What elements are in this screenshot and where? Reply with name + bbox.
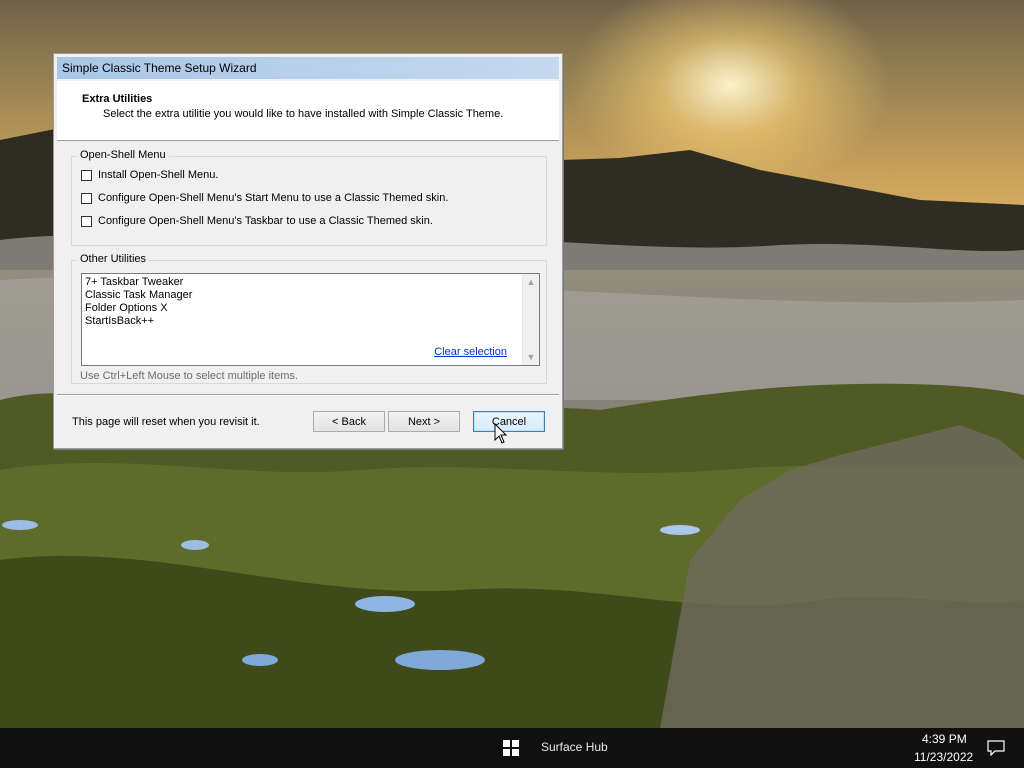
action-center-icon[interactable] — [987, 740, 1005, 756]
scroll-down-icon[interactable]: ▼ — [523, 349, 539, 365]
windows-logo-icon[interactable] — [503, 740, 519, 756]
clock-date[interactable]: 11/23/2022 — [914, 750, 973, 764]
taskbar-skin-option[interactable]: Configure Open-Shell Menu's Taskbar to u… — [81, 215, 433, 227]
taskbar-skin-label: Configure Open-Shell Menu's Taskbar to u… — [98, 215, 433, 227]
taskbar-skin-checkbox[interactable] — [81, 215, 92, 227]
taskbar: Surface Hub 4:39 PM 11/23/2022 — [0, 728, 1024, 768]
page-subtitle: Select the extra utilitie you would like… — [103, 108, 504, 120]
start-menu-skin-option[interactable]: Configure Open-Shell Menu's Start Menu t… — [81, 192, 448, 204]
multi-select-hint: Use Ctrl+Left Mouse to select multiple i… — [80, 370, 298, 382]
window-title: Simple Classic Theme Setup Wizard — [62, 61, 257, 75]
wizard-header: Extra Utilities Select the extra utiliti… — [57, 81, 559, 141]
footer-separator — [57, 394, 559, 396]
window-titlebar[interactable]: Simple Classic Theme Setup Wizard — [57, 57, 559, 79]
utilities-listbox[interactable]: 7+ Taskbar Tweaker Classic Task Manager … — [81, 273, 540, 366]
taskbar-app-label[interactable]: Surface Hub — [541, 740, 608, 754]
install-open-shell-label: Install Open-Shell Menu. — [98, 169, 219, 181]
other-utilities-group-label: Other Utilities — [77, 253, 150, 265]
mouse-pointer-icon — [494, 423, 508, 444]
start-menu-skin-checkbox[interactable] — [81, 192, 92, 204]
list-item[interactable]: Folder Options X — [85, 302, 168, 315]
reset-note: This page will reset when you revisit it… — [72, 416, 260, 428]
install-open-shell-option[interactable]: Install Open-Shell Menu. — [81, 169, 218, 181]
start-menu-skin-label: Configure Open-Shell Menu's Start Menu t… — [98, 192, 449, 204]
scroll-up-icon[interactable]: ▲ — [523, 274, 539, 290]
clock-time[interactable]: 4:39 PM — [922, 732, 967, 746]
setup-wizard-window: Simple Classic Theme Setup Wizard Extra … — [53, 53, 563, 449]
install-open-shell-checkbox[interactable] — [81, 169, 92, 181]
cancel-button[interactable]: Cancel — [473, 411, 545, 432]
page-title: Extra Utilities — [82, 93, 153, 105]
next-button[interactable]: Next > — [388, 411, 460, 432]
list-item[interactable]: StartIsBack++ — [85, 315, 154, 328]
back-button[interactable]: < Back — [313, 411, 385, 432]
list-item[interactable]: 7+ Taskbar Tweaker — [85, 276, 183, 289]
clear-selection-link[interactable]: Clear selection — [434, 346, 507, 358]
listbox-scrollbar[interactable]: ▲ ▼ — [522, 274, 539, 365]
open-shell-group-label: Open-Shell Menu — [77, 149, 169, 161]
list-item[interactable]: Classic Task Manager — [85, 289, 192, 302]
